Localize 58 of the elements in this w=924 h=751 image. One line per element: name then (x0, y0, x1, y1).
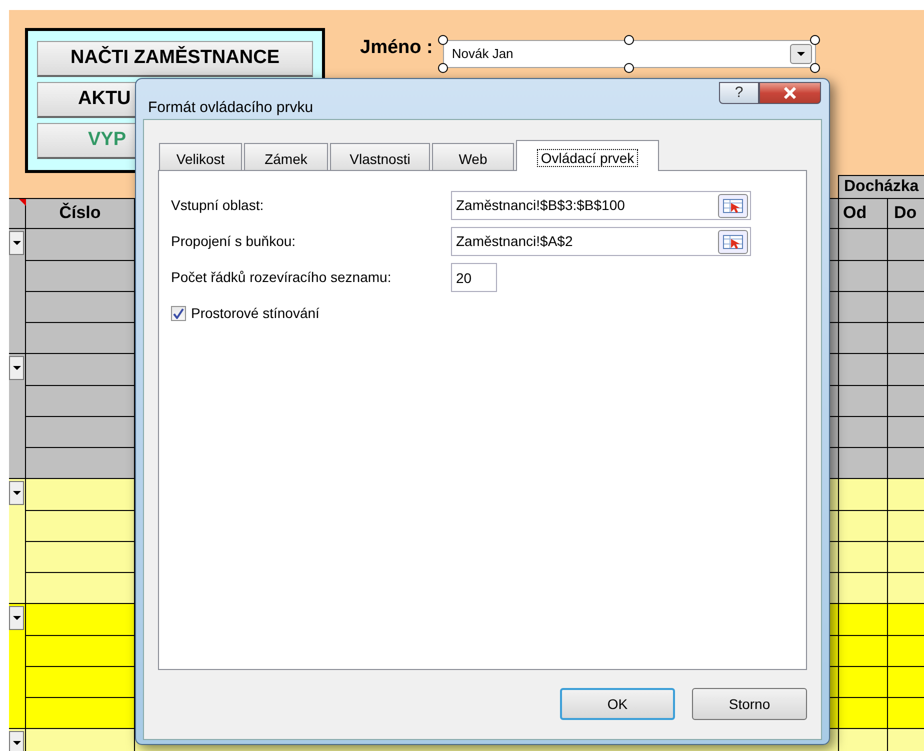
checkbox[interactable] (171, 306, 186, 321)
field-label: Vstupní oblast: (171, 196, 265, 215)
tab[interactable]: Web (432, 143, 514, 170)
macro-button[interactable]: NAČTI ZAMĚSTNANCE (37, 41, 313, 77)
comment-indicator-icon (19, 199, 26, 206)
name-label: Jméno : (360, 36, 433, 60)
dialog-button[interactable]: Storno (692, 688, 807, 720)
range-picker-icon[interactable] (718, 230, 748, 254)
tab[interactable]: Ovládací prvek (516, 140, 659, 171)
table-cell (888, 573, 924, 603)
number-field[interactable]: 20 (451, 263, 497, 292)
range-picker-icon[interactable] (718, 194, 748, 218)
selection-handle-icon[interactable] (438, 63, 448, 73)
group-dropdown-button[interactable] (9, 606, 24, 630)
selection-handle-icon[interactable] (624, 35, 634, 45)
column-header: Od (838, 199, 888, 228)
column-group-header: Docházka (843, 177, 920, 197)
table-cell (888, 604, 924, 635)
reference-field[interactable]: Zaměstnanci!$A$2 (451, 227, 751, 256)
table-cell (888, 354, 924, 385)
caret-icon (12, 366, 20, 370)
tab[interactable]: Velikost (159, 143, 242, 170)
table-cell (888, 386, 924, 416)
field-label: Počet řádků rozevíracího seznamu: (171, 268, 392, 287)
column-header: Do (893, 202, 918, 224)
help-button[interactable]: ? (719, 82, 759, 104)
tab[interactable]: Vlastnosti (330, 143, 430, 170)
name-dropdown[interactable]: Novák Jan (442, 40, 816, 68)
table-cell (888, 448, 924, 478)
caret-icon (12, 741, 20, 745)
dialog-title: Formát ovládacího prvku (148, 98, 314, 118)
table-cell (888, 698, 924, 728)
table-cell (888, 667, 924, 697)
tab[interactable]: Zámek (244, 143, 328, 170)
group-dropdown-button[interactable] (9, 481, 24, 505)
checkbox-label: Prostorové stínování (191, 304, 320, 323)
caret-icon (12, 241, 20, 245)
table-cell (888, 261, 924, 291)
table-cell (888, 479, 924, 510)
selection-handle-icon[interactable] (810, 63, 820, 73)
caret-icon (12, 616, 20, 620)
group-dropdown-button[interactable] (9, 231, 24, 255)
group-dropdown-button[interactable] (9, 356, 24, 380)
field-label: Propojení s buňkou: (171, 232, 297, 251)
table-cell (888, 292, 924, 322)
close-button[interactable] (759, 82, 821, 104)
table-cell (888, 729, 924, 751)
selection-handle-icon[interactable] (810, 35, 820, 45)
close-icon (783, 87, 797, 99)
table-cell (888, 511, 924, 541)
caret-icon (12, 491, 20, 495)
table-cell (888, 636, 924, 666)
selection-handle-icon[interactable] (438, 35, 448, 45)
table-cell (888, 323, 924, 353)
dialog-button[interactable]: OK (560, 688, 675, 720)
table-cell (888, 417, 924, 447)
reference-field[interactable]: Zaměstnanci!$B$3:$B$100 (451, 191, 751, 220)
table-cell (888, 542, 924, 572)
